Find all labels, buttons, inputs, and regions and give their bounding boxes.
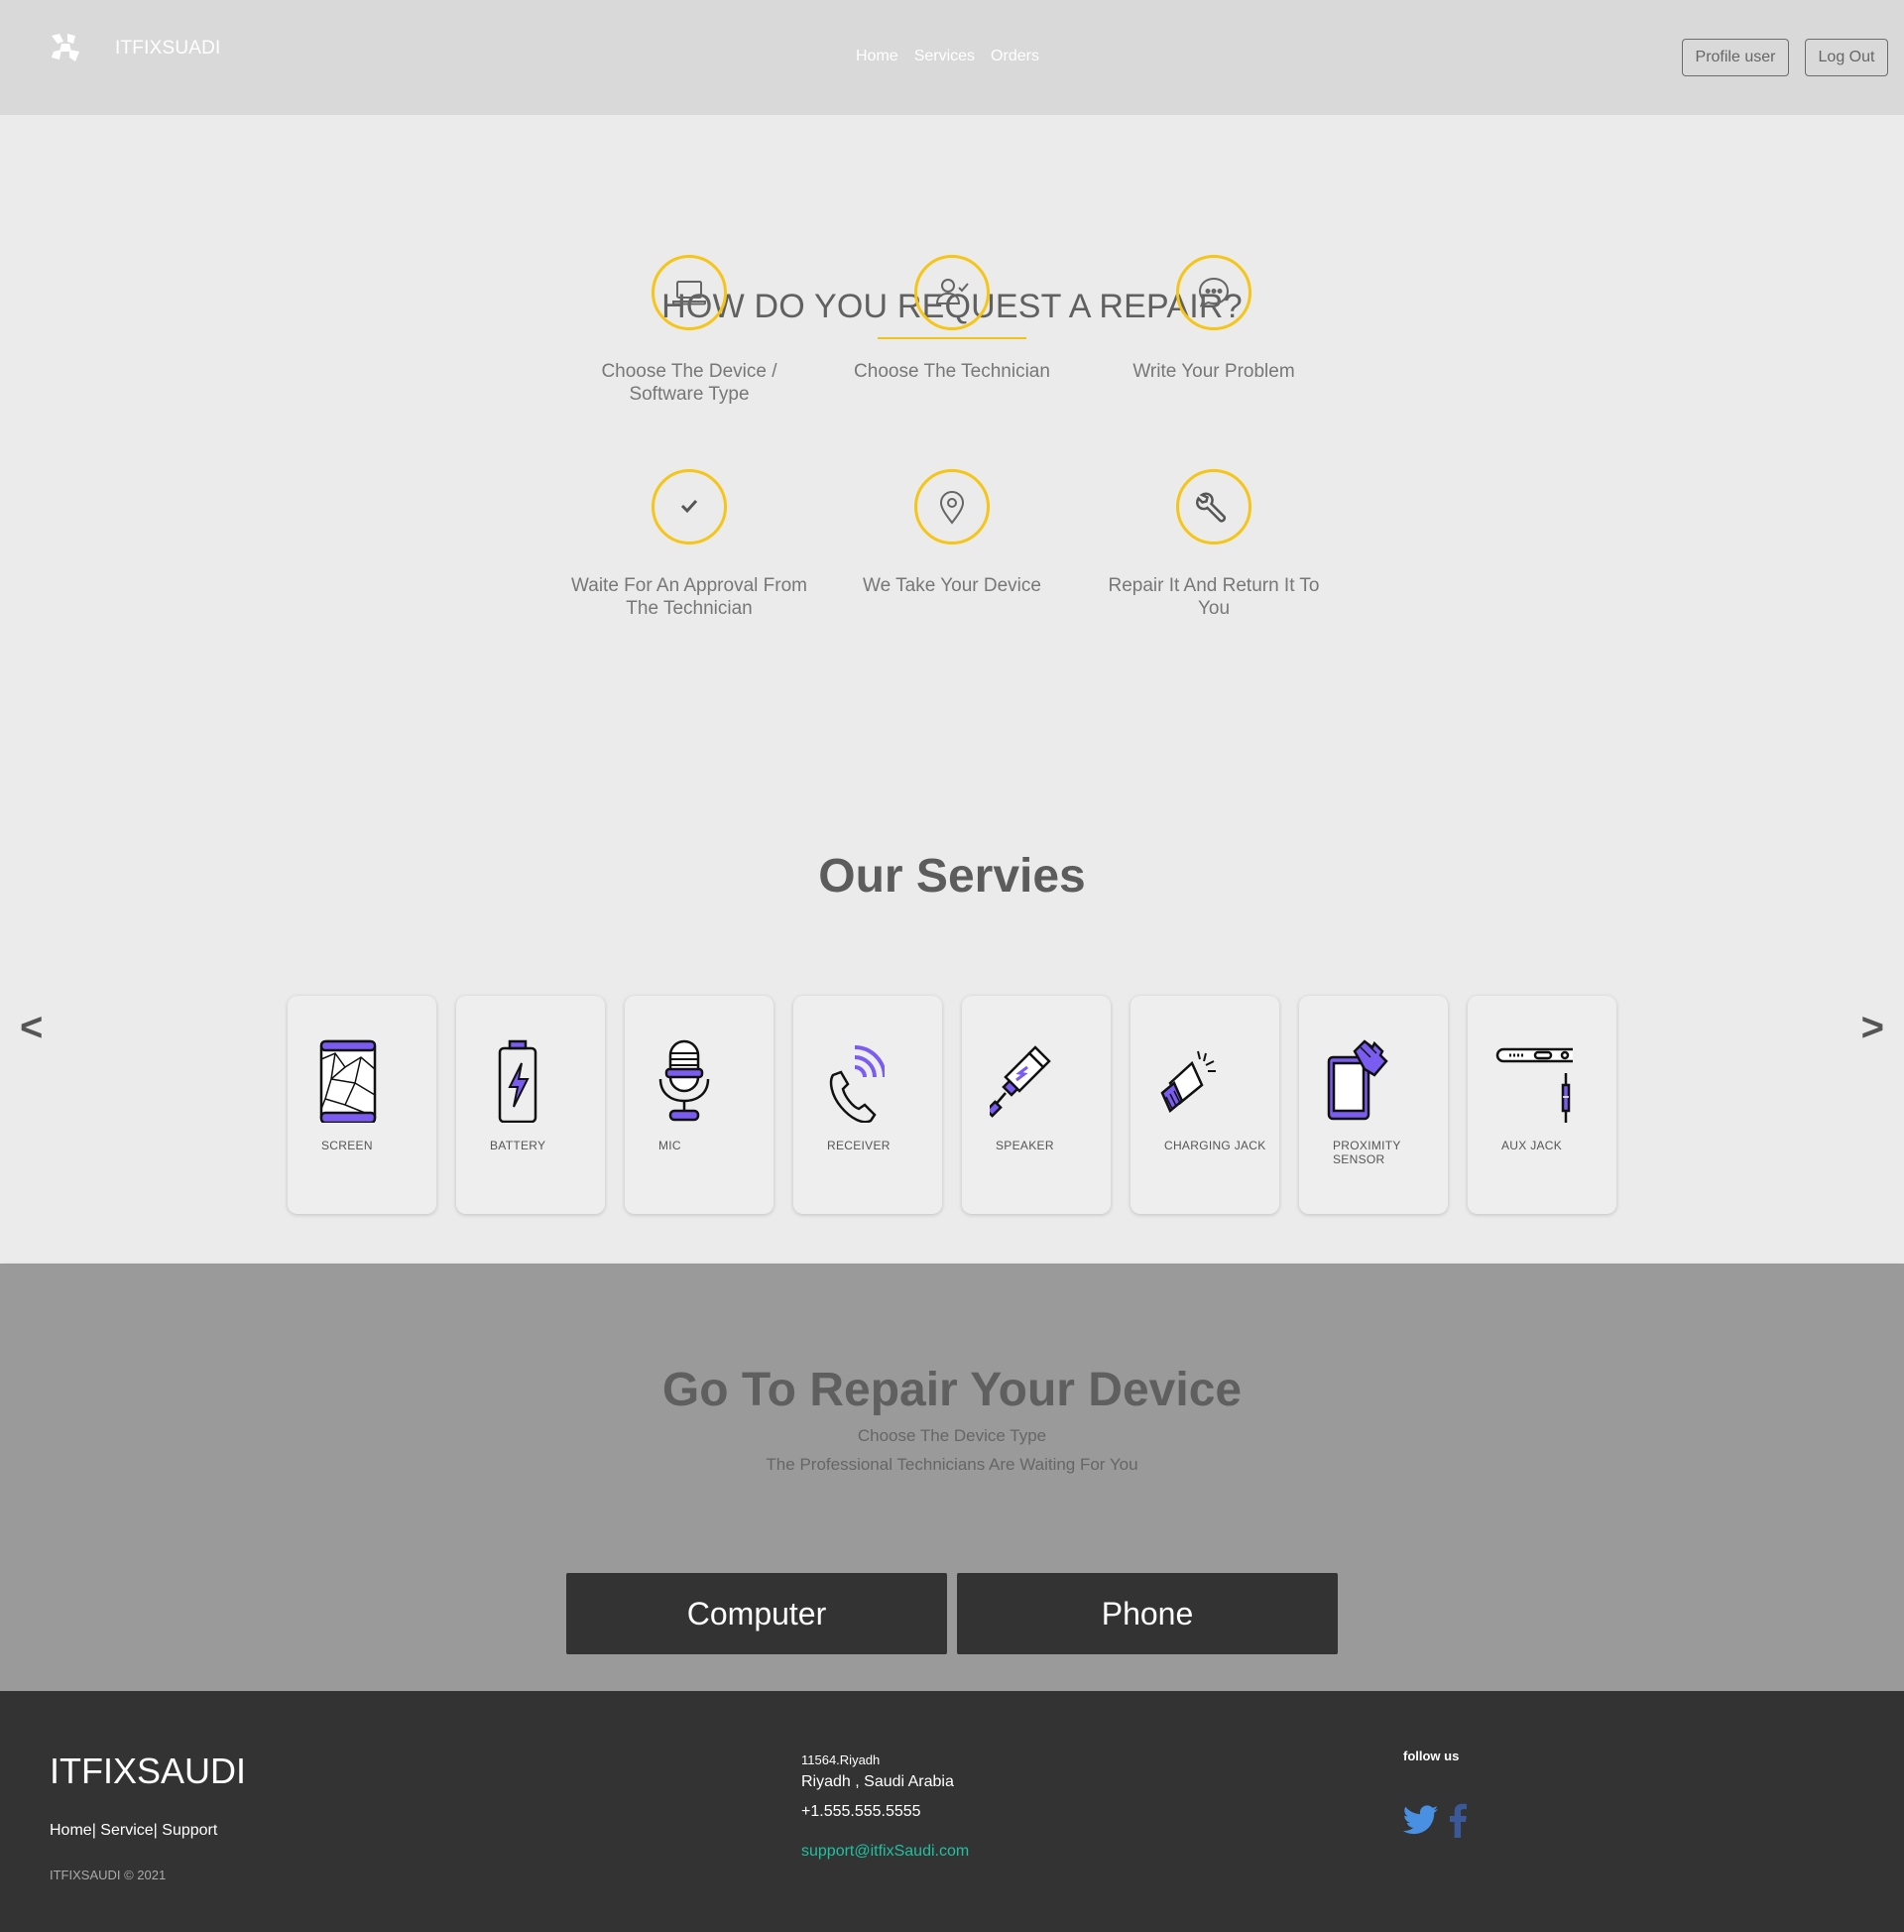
service-label: RECEIVER <box>827 1139 891 1152</box>
step-choose-device: Choose The Device / Software Type <box>575 255 803 406</box>
service-label: BATTERY <box>490 1139 546 1152</box>
user-check-icon <box>935 279 969 304</box>
laptop-icon <box>672 281 706 305</box>
chat-bubble-icon <box>1198 277 1230 307</box>
service-label: PROXIMITY SENSOR <box>1333 1139 1401 1166</box>
step-label: Choose The Device / Software Type <box>601 361 777 405</box>
how-to-request-section: HOW DO YOU REQUEST A REPAIR? Choose The … <box>0 115 1904 730</box>
address-line-2: Riyadh , Saudi Arabia <box>801 1773 954 1790</box>
log-out-button[interactable]: Log Out <box>1805 39 1888 76</box>
map-pin-icon <box>939 491 965 525</box>
address-line-1: 11564.Riyadh <box>801 1752 881 1767</box>
hand-phone-icon <box>1327 1039 1388 1121</box>
computer-button[interactable]: Computer <box>566 1573 947 1654</box>
repair-cta-section: Go To Repair Your Device Choose The Devi… <box>0 1264 1904 1759</box>
nav-buttons: Profile user Log Out <box>1682 39 1888 76</box>
phone-receiver-icon <box>829 1045 885 1123</box>
support-email-link[interactable]: support@itfixSaudi.com <box>801 1843 969 1861</box>
brand[interactable]: ITFIXSUADI <box>50 32 221 65</box>
service-label: CHARGING JACK <box>1164 1139 1266 1152</box>
cracked-screen-icon <box>319 1039 377 1123</box>
footer-links: Home| Service| Support <box>50 1822 218 1839</box>
brand-name[interactable]: ITFIXSUADI <box>115 38 221 60</box>
phone-button[interactable]: Phone <box>957 1573 1338 1654</box>
our-services-section: Our Servies < > SCREEN BATTERY MIC RECEI… <box>0 730 1904 1264</box>
battery-icon <box>498 1039 537 1123</box>
follow-us-label: follow us <box>1403 1749 1460 1763</box>
footer-link-home[interactable]: Home <box>50 1822 92 1839</box>
footer-brand: ITFIXSAUDI <box>50 1751 247 1791</box>
nav-link-orders[interactable]: Orders <box>991 48 1039 65</box>
step-icon-circle <box>1176 255 1251 330</box>
service-card-mic[interactable]: MIC <box>625 996 774 1214</box>
step-repair-return: Repair It And Return It To You <box>1100 469 1328 620</box>
phone-number: +1.555.555.5555 <box>801 1803 921 1820</box>
profile-user-button[interactable]: Profile user <box>1682 39 1789 76</box>
step-icon-circle <box>652 469 727 544</box>
services-title: Our Servies <box>818 850 1086 903</box>
repair-subtitle-2: The Professional Technicians Are Waiting… <box>766 1455 1138 1474</box>
carousel-prev-arrow[interactable]: < <box>20 1006 43 1050</box>
step-icon-circle <box>914 469 990 544</box>
repair-title: Go To Repair Your Device <box>661 1364 1243 1416</box>
service-label: SPEAKER <box>996 1139 1054 1152</box>
step-label: Choose The Technician <box>854 361 1050 382</box>
step-icon-circle <box>652 255 727 330</box>
top-navbar: ITFIXSUADI Home Services Orders Profile … <box>0 0 1904 115</box>
step-label: Repair It And Return It To You <box>1108 575 1320 619</box>
step-wait-approval: Waite For An Approval From The Technicia… <box>562 469 816 620</box>
step-label: Waite For An Approval From The Technicia… <box>571 575 807 619</box>
checkmark-icon <box>680 499 698 514</box>
facebook-icon[interactable] <box>1449 1802 1467 1838</box>
footer-link-support[interactable]: Support <box>162 1822 217 1839</box>
service-card-battery[interactable]: BATTERY <box>456 996 605 1214</box>
service-label: MIC <box>658 1139 681 1152</box>
service-card-proximity-sensor[interactable]: PROXIMITY SENSOR <box>1299 996 1448 1214</box>
copyright: ITFIXSAUDI © 2021 <box>50 1868 167 1882</box>
microphone-icon <box>658 1039 710 1122</box>
service-label: AUX JACK <box>1501 1139 1563 1152</box>
nav-link-home[interactable]: Home <box>856 48 898 65</box>
aux-jack-icon <box>1495 1047 1573 1123</box>
twitter-icon[interactable] <box>1403 1805 1439 1835</box>
wrench-icon <box>1196 492 1227 523</box>
nav-links: Home Services Orders <box>856 48 1039 65</box>
step-choose-technician: Choose The Technician <box>838 255 1066 383</box>
nav-link-services[interactable]: Services <box>914 48 975 65</box>
service-card-screen[interactable]: SCREEN <box>288 996 436 1214</box>
service-label: SCREEN <box>321 1139 373 1152</box>
social-links <box>1403 1802 1467 1838</box>
logo-icon <box>52 34 79 61</box>
service-card-receiver[interactable]: RECEIVER <box>793 996 942 1214</box>
step-label: We Take Your Device <box>863 575 1041 596</box>
step-write-problem: Write Your Problem <box>1100 255 1328 383</box>
step-label: Write Your Problem <box>1132 361 1295 382</box>
service-card-charging-jack[interactable]: CHARGING JACK <box>1130 996 1279 1214</box>
step-icon-circle <box>1176 469 1251 544</box>
repair-subtitle-1: Choose The Device Type <box>857 1426 1047 1445</box>
megaphone-icon <box>1160 1050 1216 1114</box>
step-take-device: We Take Your Device <box>838 469 1066 597</box>
usb-cable-icon <box>990 1045 1051 1118</box>
service-card-aux-jack[interactable]: AUX JACK <box>1468 996 1616 1214</box>
step-icon-circle <box>914 255 990 330</box>
footer-link-service[interactable]: Service <box>100 1822 153 1839</box>
footer: ITFIXSAUDI Home| Service| Support ITFIXS… <box>0 1691 1904 1932</box>
carousel-next-arrow[interactable]: > <box>1861 1006 1884 1050</box>
service-card-speaker[interactable]: SPEAKER <box>962 996 1111 1214</box>
